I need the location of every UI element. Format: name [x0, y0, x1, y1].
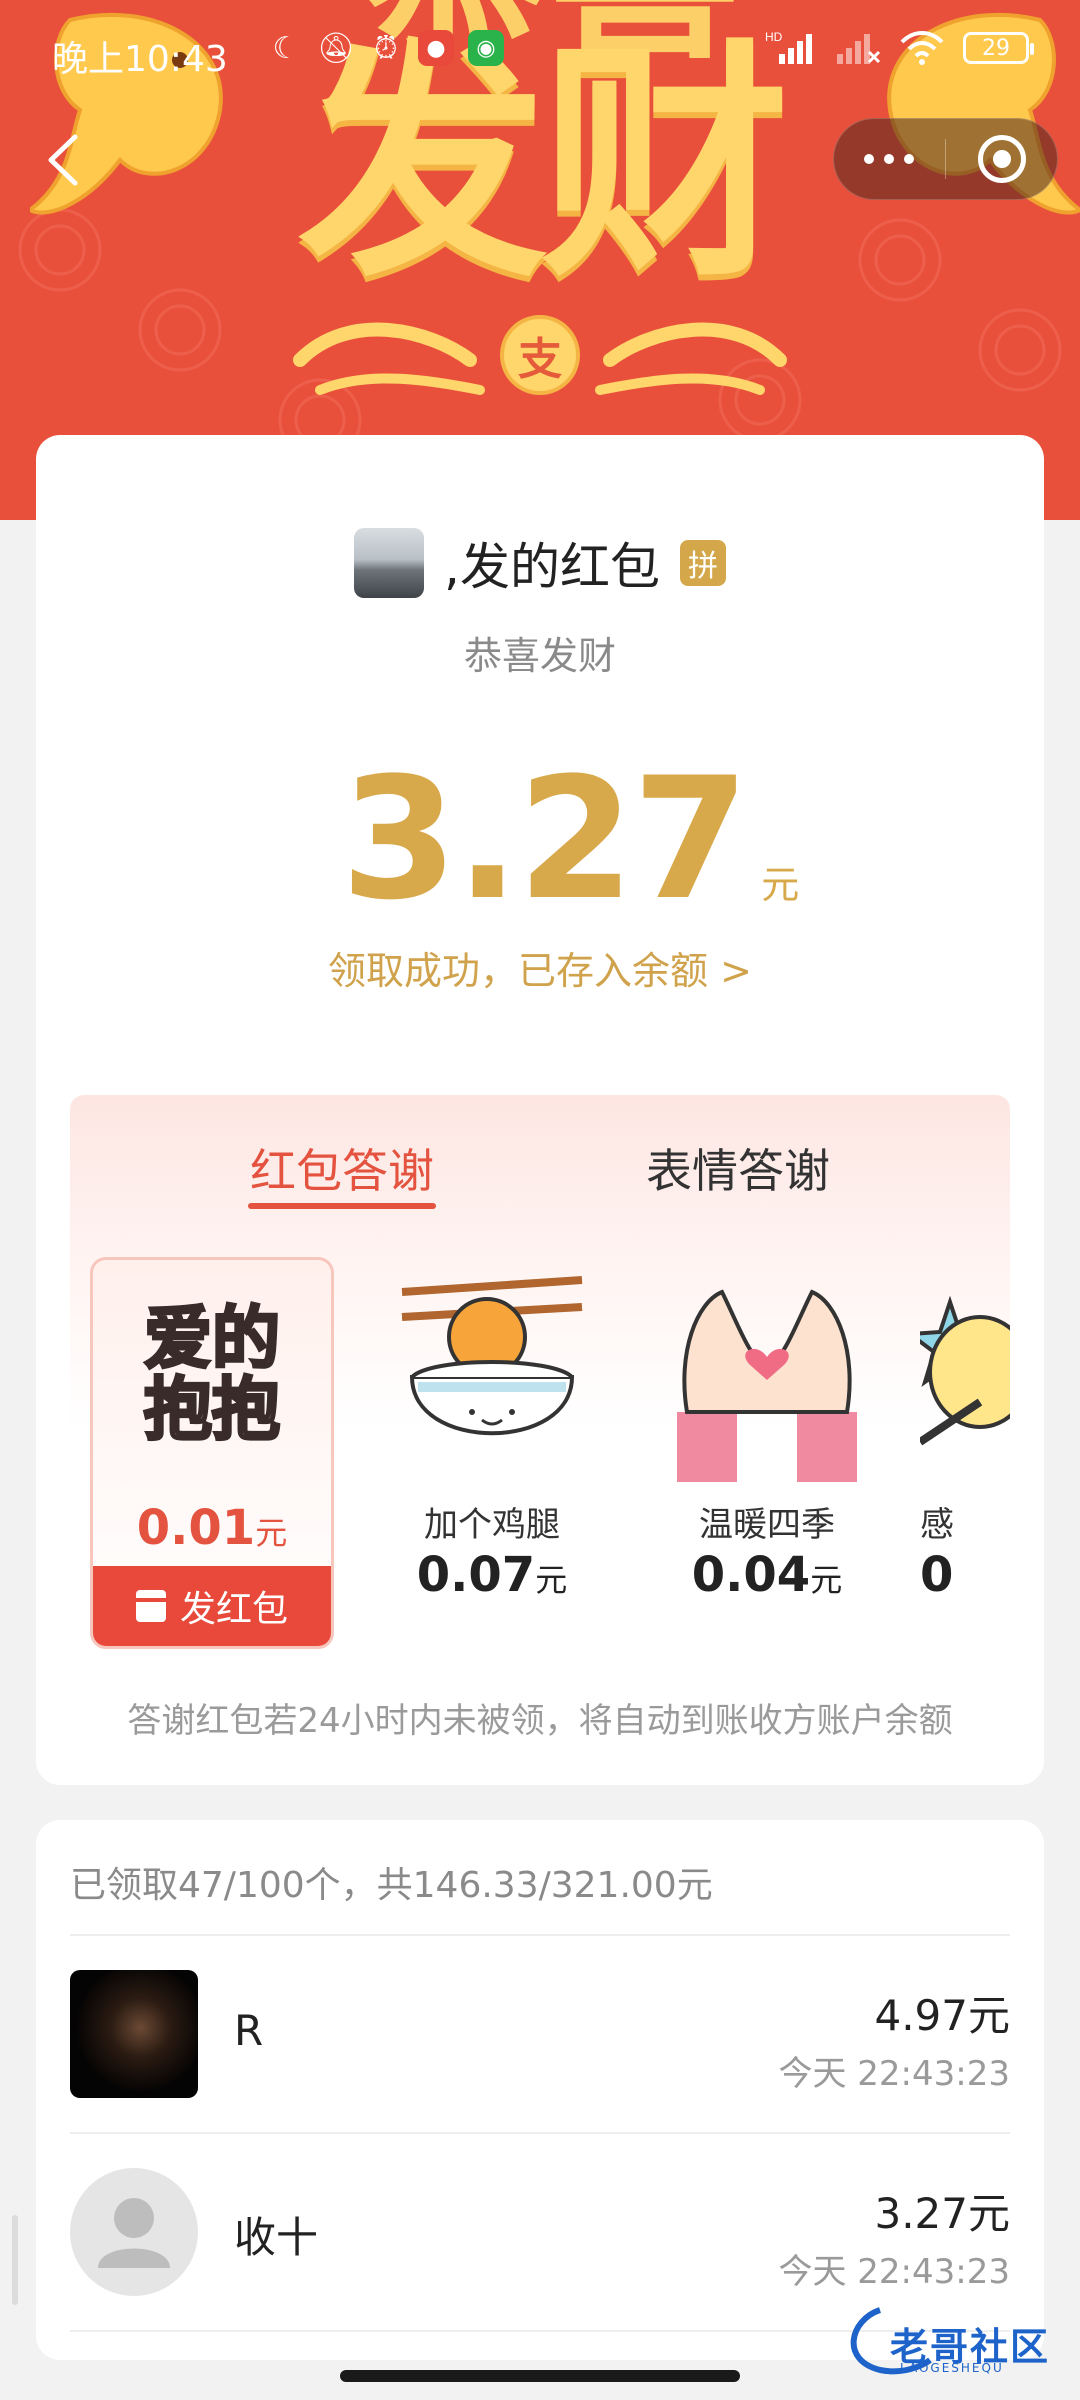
gift-option-partial[interactable]: 感 0 — [920, 1257, 1010, 1655]
thanks-footnote: 答谢红包若24小时内未被领，将自动到账收方账户余额 — [127, 1701, 953, 1741]
gift-price-value: 0 — [920, 1547, 954, 1603]
gift-price: 0.07元 — [370, 1547, 614, 1603]
scrollbar[interactable] — [12, 2215, 18, 2305]
tab-red-packet-thanks[interactable]: 红包答谢 — [250, 1135, 434, 1201]
home-indicator[interactable] — [340, 2370, 740, 2382]
app-notification-icon: ● — [418, 30, 454, 66]
receiver-amount: 4.97元 — [874, 1991, 1010, 2040]
more-dot — [884, 154, 895, 164]
sender-name: ,发的红包 — [444, 538, 660, 596]
amount-row: 3.27 元 — [36, 755, 1044, 923]
status-bar: 晚上10:43 ☾ 🔕︎ ⏰︎ ● ◉ HD 29 — [0, 0, 1080, 108]
receiver-name: 收十 — [234, 2213, 319, 2262]
target-close-icon — [977, 135, 1026, 183]
gift-option-hug[interactable]: 爱的 抱抱 0.01元 发红包 — [90, 1257, 334, 1649]
gift-name: 感 — [920, 1505, 954, 1545]
back-button[interactable] — [28, 125, 98, 195]
battery-icon: 29 — [963, 32, 1034, 64]
wechat-icon: ◉ — [468, 30, 504, 66]
red-packet-icon — [135, 1590, 166, 1622]
amount-unit: 元 — [761, 863, 800, 907]
status-time: 晚上10:43 — [52, 39, 228, 80]
gift-option-warm-seasons[interactable]: 温暖四季 0.04元 — [645, 1257, 889, 1655]
receipts-summary: 已领取47/100个，共146.33/321.00元 — [70, 1865, 713, 1906]
send-red-packet-button[interactable]: 发红包 — [93, 1566, 331, 1646]
bell-off-icon: 🔕︎ — [316, 30, 356, 66]
signal-hd-icon: HD — [765, 30, 812, 64]
close-miniprogram-button[interactable] — [946, 135, 1057, 183]
avatar[interactable] — [70, 1970, 198, 2098]
sticker-text: 爱的 抱抱 — [142, 1299, 281, 1450]
packet-greeting: 恭喜发财 — [463, 634, 616, 678]
gift-option-chicken-leg[interactable]: 加个鸡腿 0.07元 — [370, 1257, 614, 1655]
signal-off-icon — [837, 34, 881, 64]
more-button[interactable] — [834, 154, 945, 164]
alarm-icon: ⏰︎ — [374, 30, 398, 66]
rice-bowl-svg — [401, 1276, 583, 1436]
wifi-icon — [900, 31, 944, 65]
sticker-line2: 抱抱 — [142, 1371, 281, 1450]
balance-link[interactable]: 领取成功，已存入余额 > — [36, 940, 1044, 995]
heart-hands-icon — [645, 1257, 889, 1487]
moon-icon: ☾ — [272, 30, 300, 66]
gift-price: 0.04元 — [645, 1547, 889, 1603]
gift-price-value: 0.07 — [416, 1547, 536, 1603]
receiver-name: R — [234, 2006, 264, 2055]
gift-price-unit: 元 — [255, 1514, 288, 1552]
alipay-coin-icon: 支 — [500, 315, 580, 395]
tab-underline — [248, 1203, 436, 1209]
sender-avatar[interactable] — [354, 528, 425, 598]
star-sticker-svg — [920, 1295, 1010, 1446]
status-right-icons: HD 29 — [765, 30, 1034, 66]
gift-price: 0.01元 — [93, 1500, 331, 1556]
thanks-panel: 红包答谢 表情答谢 爱的 抱抱 0.01元 发红包 加个鸡腿 0.07元 温暖四… — [70, 1095, 1010, 1655]
miniprogram-capsule — [833, 118, 1058, 200]
sender-row: ,发的红包 拼 — [36, 527, 1044, 599]
gift-price-value: 0.04 — [691, 1547, 811, 1603]
watermark-subtext: LAOGESHEQU — [900, 2361, 1004, 2375]
rice-bowl-drumstick-icon — [370, 1257, 614, 1487]
more-dots-icon — [864, 154, 875, 164]
receiver-time: 今天 22:43:23 — [778, 2252, 1010, 2292]
heart-hands-svg — [677, 1289, 857, 1482]
gift-name: 温暖四季 — [699, 1505, 835, 1545]
avatar[interactable] — [70, 2168, 198, 2296]
sticker-line1: 爱的 — [142, 1299, 281, 1379]
gift-price-value: 0.01 — [136, 1500, 256, 1556]
gift-price-unit: 元 — [535, 1561, 568, 1599]
red-packet-card: ,发的红包 拼 恭喜发财 3.27 元 领取成功，已存入余额 > 红包答谢 表情… — [36, 435, 1044, 1785]
receiver-time: 今天 22:43:23 — [778, 2054, 1010, 2094]
receipts-card: 已领取47/100个，共146.33/321.00元 R 4.97元 今天 22… — [36, 1820, 1044, 2360]
chevron-left-icon — [48, 134, 78, 186]
list-item[interactable]: R 4.97元 今天 22:43:23 — [70, 1936, 1010, 2132]
gift-sticker-hug: 爱的 抱抱 — [93, 1260, 331, 1490]
send-button-label: 发红包 — [179, 1589, 288, 1630]
received-amount: 3.27 — [340, 741, 750, 937]
more-dot — [904, 154, 915, 164]
tab-sticker-thanks[interactable]: 表情答谢 — [646, 1135, 830, 1201]
gift-price: 0 — [920, 1547, 1010, 1603]
star-sticker-icon — [920, 1257, 1010, 1487]
svg-text:HD: HD — [765, 30, 783, 44]
gift-name: 加个鸡腿 — [424, 1505, 560, 1545]
gift-price-unit: 元 — [810, 1561, 843, 1599]
status-left-icons: ☾ 🔕︎ ⏰︎ ● ◉ — [268, 30, 504, 66]
group-packet-badge: 拼 — [679, 540, 726, 586]
default-user-icon — [98, 2198, 170, 2268]
receiver-amount: 3.27元 — [874, 2189, 1010, 2238]
